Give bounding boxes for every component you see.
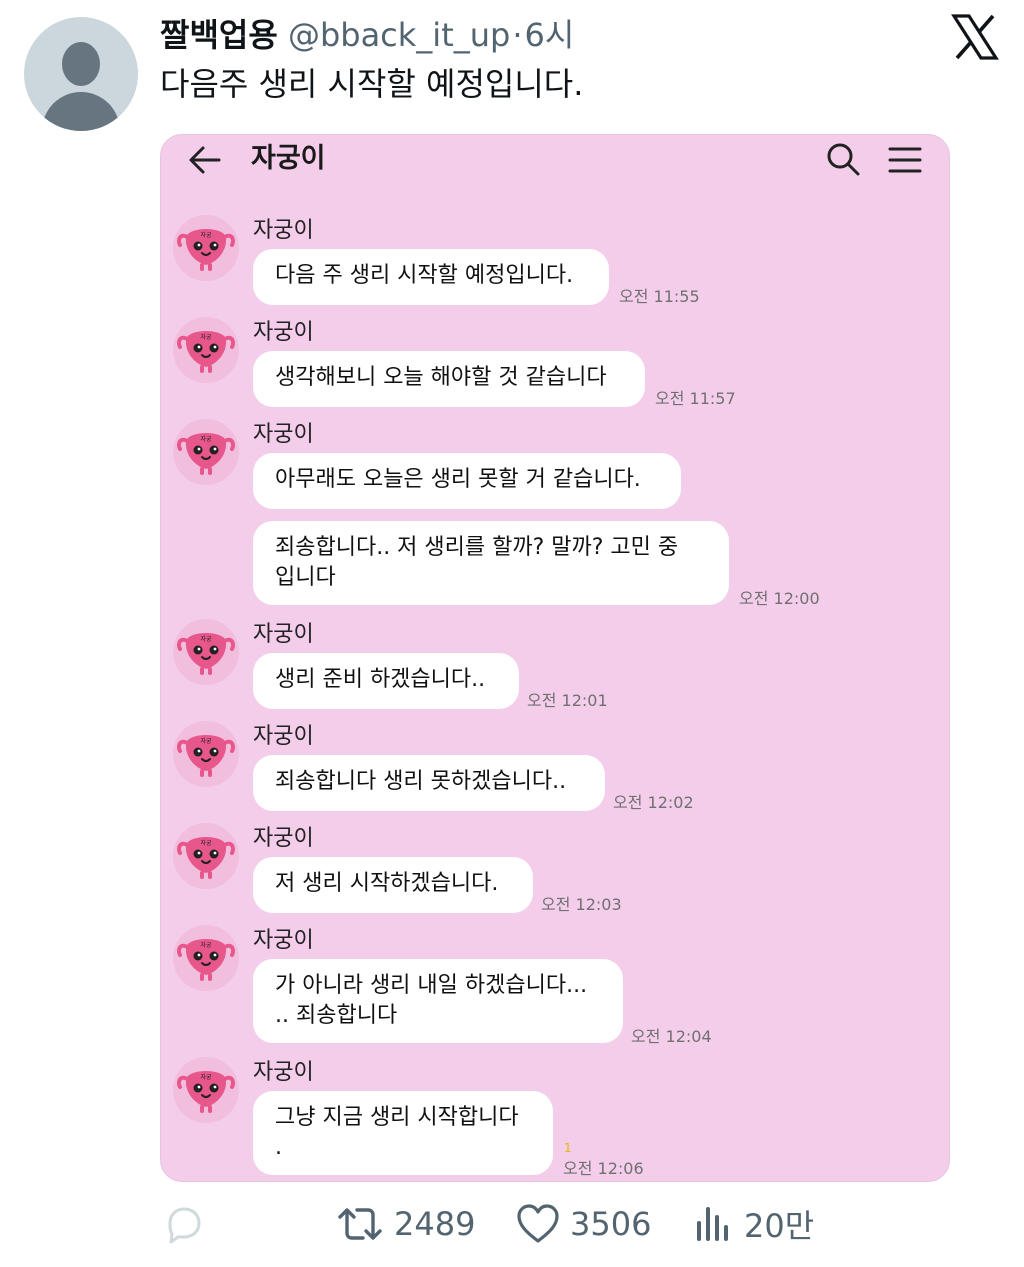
uterus-character-icon: 자궁 <box>176 1071 236 1113</box>
tweet-action-bar: 2489 3506 20만 <box>0 1196 1024 1252</box>
retweet-count: 2489 <box>394 1205 476 1243</box>
uterus-character-icon: 자궁 <box>176 433 236 475</box>
message-timestamp: 오전 12:04 <box>631 1027 712 1046</box>
svg-text:자궁: 자궁 <box>200 839 212 847</box>
user-handle[interactable]: @bback_it_up <box>288 16 510 54</box>
heart-icon <box>517 1204 559 1243</box>
arrow-left-icon[interactable] <box>187 143 223 177</box>
unread-count: 1 <box>564 1141 572 1155</box>
uterus-character-icon: 자궁 <box>176 939 236 981</box>
sender-name: 자궁이 <box>253 1060 314 1085</box>
x-logo-icon[interactable] <box>950 12 1000 62</box>
chat-title: 자궁이 <box>251 143 326 174</box>
sender-avatar[interactable]: 자궁 <box>173 419 239 485</box>
svg-text:자궁: 자궁 <box>200 435 212 443</box>
tweet-text: 다음주 생리 시작할 예정입니다. <box>160 65 584 103</box>
search-icon[interactable] <box>825 141 861 177</box>
sender-avatar[interactable]: 자궁 <box>173 317 239 383</box>
message-timestamp: 오전 12:03 <box>541 895 622 914</box>
retweet-button[interactable]: 2489 <box>336 1196 475 1252</box>
sender-name: 자궁이 <box>253 422 314 447</box>
message-timestamp: 오전 11:57 <box>655 389 736 408</box>
uterus-character-icon: 자궁 <box>176 229 236 271</box>
sender-avatar[interactable]: 자궁 <box>173 619 239 685</box>
sender-name: 자궁이 <box>253 724 314 749</box>
message-bubble[interactable]: 다음 주 생리 시작할 예정입니다. <box>253 249 609 305</box>
uterus-character-icon: 자궁 <box>176 837 236 879</box>
tweet-author-line: 짤백업용 @bback_it_up·6시 <box>160 14 574 56</box>
separator-dot: · <box>512 16 523 54</box>
message-timestamp: 오전 11:55 <box>619 287 700 306</box>
default-avatar-head <box>62 42 100 86</box>
sender-name: 자궁이 <box>253 320 314 345</box>
chat-topbar: 자궁이 <box>161 135 949 183</box>
default-avatar-body <box>42 92 120 131</box>
user-avatar[interactable] <box>24 17 138 131</box>
sender-avatar[interactable]: 자궁 <box>173 925 239 991</box>
reply-button[interactable] <box>162 1196 214 1252</box>
display-name[interactable]: 짤백업용 <box>160 16 278 54</box>
sender-avatar[interactable]: 자궁 <box>173 215 239 281</box>
message-timestamp: 오전 12:02 <box>613 793 694 812</box>
sender-name: 자궁이 <box>253 622 314 647</box>
hamburger-menu-icon[interactable] <box>887 143 923 177</box>
view-count: 20만 <box>744 1207 815 1245</box>
message-bubble[interactable]: 생각해보니 오늘 해야할 것 같습니다 <box>253 351 645 407</box>
sender-avatar[interactable]: 자궁 <box>173 721 239 787</box>
sender-name: 자궁이 <box>253 928 314 953</box>
sender-name: 자궁이 <box>253 826 314 851</box>
svg-text:자궁: 자궁 <box>200 333 212 341</box>
svg-text:자궁: 자궁 <box>200 1073 212 1081</box>
like-count: 3506 <box>570 1205 652 1243</box>
views-chart-icon <box>697 1207 728 1241</box>
message-bubble[interactable]: 생리 준비 하겠습니다.. <box>253 653 519 709</box>
tweet-time[interactable]: 6시 <box>525 16 575 54</box>
sender-avatar[interactable]: 자궁 <box>173 823 239 889</box>
uterus-character-icon: 자궁 <box>176 331 236 373</box>
svg-text:자궁: 자궁 <box>200 737 212 745</box>
message-bubble[interactable]: 저 생리 시작하겠습니다. <box>253 857 533 913</box>
retweet-icon <box>338 1208 382 1240</box>
chat-screenshot-media[interactable]: 자궁이 자궁 자궁이 다음 주 생리 시작할 예정입니다. 오전 11:55 자궁 자궁이… <box>160 134 950 1182</box>
message-timestamp: 오전 12:01 <box>527 691 608 710</box>
svg-text:자궁: 자궁 <box>200 231 212 239</box>
views-button[interactable]: 20만 <box>694 1196 814 1252</box>
like-button[interactable]: 3506 <box>516 1196 651 1252</box>
svg-text:자궁: 자궁 <box>200 635 212 643</box>
message-bubble[interactable]: 아무래도 오늘은 생리 못할 거 같습니다. <box>253 453 681 509</box>
sender-name: 자궁이 <box>253 218 314 243</box>
reply-icon <box>168 1207 201 1244</box>
message-timestamp: 오전 12:00 <box>739 589 820 608</box>
uterus-character-icon: 자궁 <box>176 735 236 777</box>
sender-avatar[interactable]: 자궁 <box>173 1057 239 1123</box>
message-bubble[interactable]: 죄송합니다.. 저 생리를 할까? 말까? 고민 중 입니다 <box>253 521 729 605</box>
uterus-character-icon: 자궁 <box>176 633 236 675</box>
message-bubble[interactable]: 죄송합니다 생리 못하겠습니다.. <box>253 755 605 811</box>
message-timestamp: 오전 12:06 <box>563 1159 644 1178</box>
svg-text:자궁: 자궁 <box>200 941 212 949</box>
message-bubble[interactable]: 가 아니라 생리 내일 하겠습니다... .. 죄송합니다 <box>253 959 623 1043</box>
message-bubble[interactable]: 그냥 지금 생리 시작합니다 . <box>253 1091 553 1175</box>
